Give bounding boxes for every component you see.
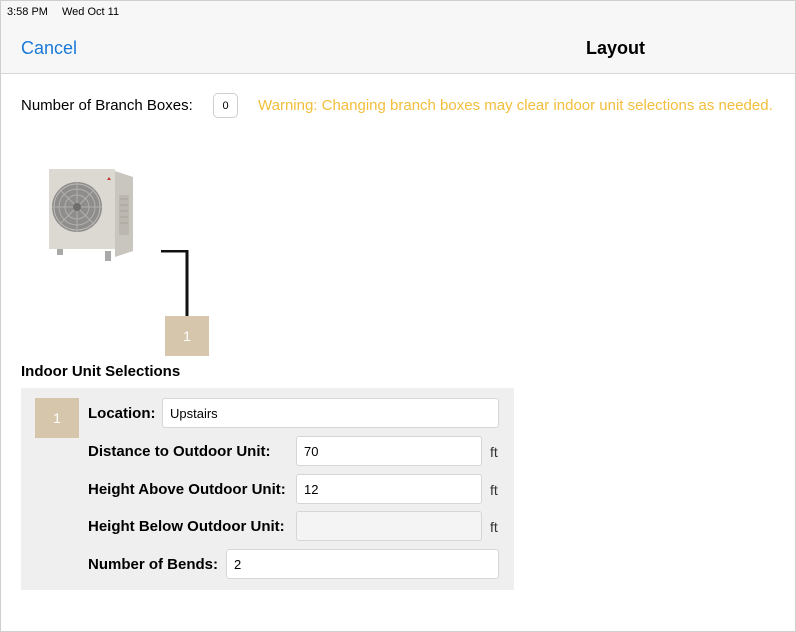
bends-input[interactable] [226,549,499,579]
app-window: 3:58 PM Wed Oct 11 Cancel Layout Number … [0,0,796,632]
page-title: Layout [586,38,646,58]
indoor-unit-node[interactable]: 1 [165,316,209,356]
location-input[interactable] [162,398,499,428]
status-time: 3:58 PM [7,6,48,18]
distance-label: Distance to Outdoor Unit: [88,443,271,460]
indoor-unit-number-badge: 1 [35,398,79,438]
indoor-unit-panel: 1 Location: Distance to Outdoor Unit: ft… [21,388,514,590]
cancel-button[interactable]: Cancel [21,38,77,59]
height-above-label: Height Above Outdoor Unit: [88,481,286,498]
outdoor-ac-unit-icon [43,165,135,265]
height-below-input[interactable] [296,511,482,541]
branch-boxes-field[interactable]: 0 [213,93,238,118]
distance-unit: ft [490,444,498,460]
height-above-unit: ft [490,482,498,498]
status-date: Wed Oct 11 [62,6,120,18]
height-below-unit: ft [490,519,498,535]
branch-boxes-label: Number of Branch Boxes: [21,97,193,114]
indoor-selections-title: Indoor Unit Selections [21,363,181,380]
height-above-input[interactable] [296,474,482,504]
status-bar: 3:58 PM Wed Oct 11 [1,1,795,25]
navigation-bar: Cancel Layout [1,25,795,74]
height-below-label: Height Below Outdoor Unit: [88,518,285,535]
connection-line [161,249,189,316]
branch-warning-text: Warning: Changing branch boxes may clear… [258,97,773,114]
location-label: Location: [88,405,156,422]
distance-input[interactable] [296,436,482,466]
bends-label: Number of Bends: [88,556,219,573]
